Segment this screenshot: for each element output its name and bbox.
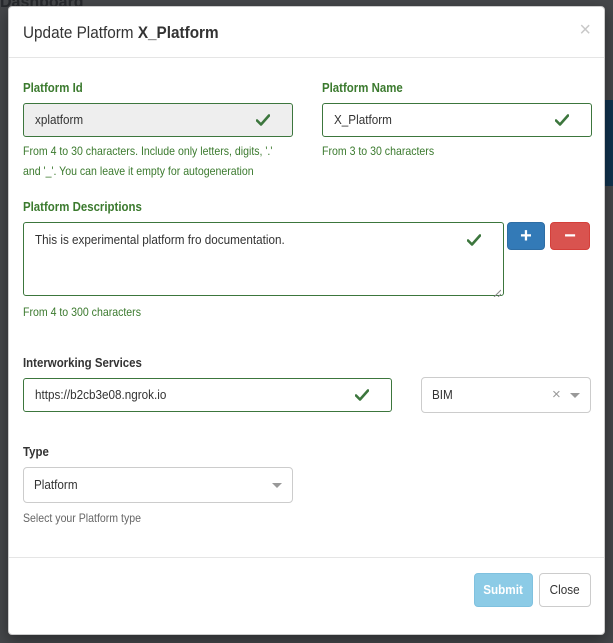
platform-descriptions-label: Platform Descriptions [23,199,142,214]
checkmark-icon [256,114,270,126]
interworking-url-value: https://b2cb3e08.ngrok.io [35,387,167,402]
add-description-button[interactable]: + [507,222,545,250]
close-button-label: Close [550,582,580,597]
modal-footer: Submit Close [9,557,604,635]
platform-name-label: Platform Name [322,80,403,95]
interworking-model-value: BIM [432,387,453,402]
platform-description-help: From 4 to 300 characters [23,305,141,319]
submit-button-label: Submit [483,582,524,597]
plus-icon: + [520,225,532,247]
platform-id-label: Platform Id [23,80,83,95]
submit-button[interactable]: Submit [474,573,533,607]
platform-id-help: From 4 to 30 characters. Include only le… [23,141,296,181]
close-icon[interactable]: × [579,20,591,40]
platform-id-input[interactable]: xplatform [23,103,293,137]
remove-description-button[interactable]: − [550,222,590,250]
modal-title-prefix: Update Platform [23,23,134,42]
clear-selection-icon[interactable]: × [552,387,561,402]
minus-icon: − [564,225,576,247]
type-label: Type [23,444,49,459]
modal-header: Update Platform X_Platform × [9,7,604,58]
checkmark-icon [467,234,481,246]
resize-grip-icon[interactable] [493,285,502,298]
platform-name-value: X_Platform [334,112,392,127]
platform-type-value: Platform [34,477,78,492]
checkmark-icon [355,389,369,401]
platform-description-value: This is experimental platform fro docume… [35,232,285,247]
modal-title: Update Platform X_Platform [23,23,219,43]
caret-down-icon[interactable] [272,483,282,488]
platform-description-textarea[interactable]: This is experimental platform fro docume… [23,222,504,298]
modal-title-platform-name: X_Platform [137,23,219,42]
update-platform-modal: Update Platform X_Platform × Platform Id… [8,6,605,635]
caret-down-icon[interactable] [570,393,580,398]
interworking-url-input[interactable]: https://b2cb3e08.ngrok.io [23,378,392,412]
platform-name-help: From 3 to 30 characters [322,144,435,158]
close-button[interactable]: Close [539,573,591,607]
platform-id-help-line1: From 4 to 30 characters. Include only le… [23,144,273,158]
interworking-model-select[interactable]: BIM × [421,377,591,413]
interworking-services-label: Interworking Services [23,355,142,370]
platform-name-input[interactable]: X_Platform [322,103,592,137]
checkmark-icon [555,114,569,126]
platform-type-select[interactable]: Platform [23,467,293,503]
platform-id-value: xplatform [35,112,84,127]
platform-type-help: Select your Platform type [23,511,141,525]
platform-id-help-line2: and '_'. You can leave it empty for auto… [23,164,254,178]
